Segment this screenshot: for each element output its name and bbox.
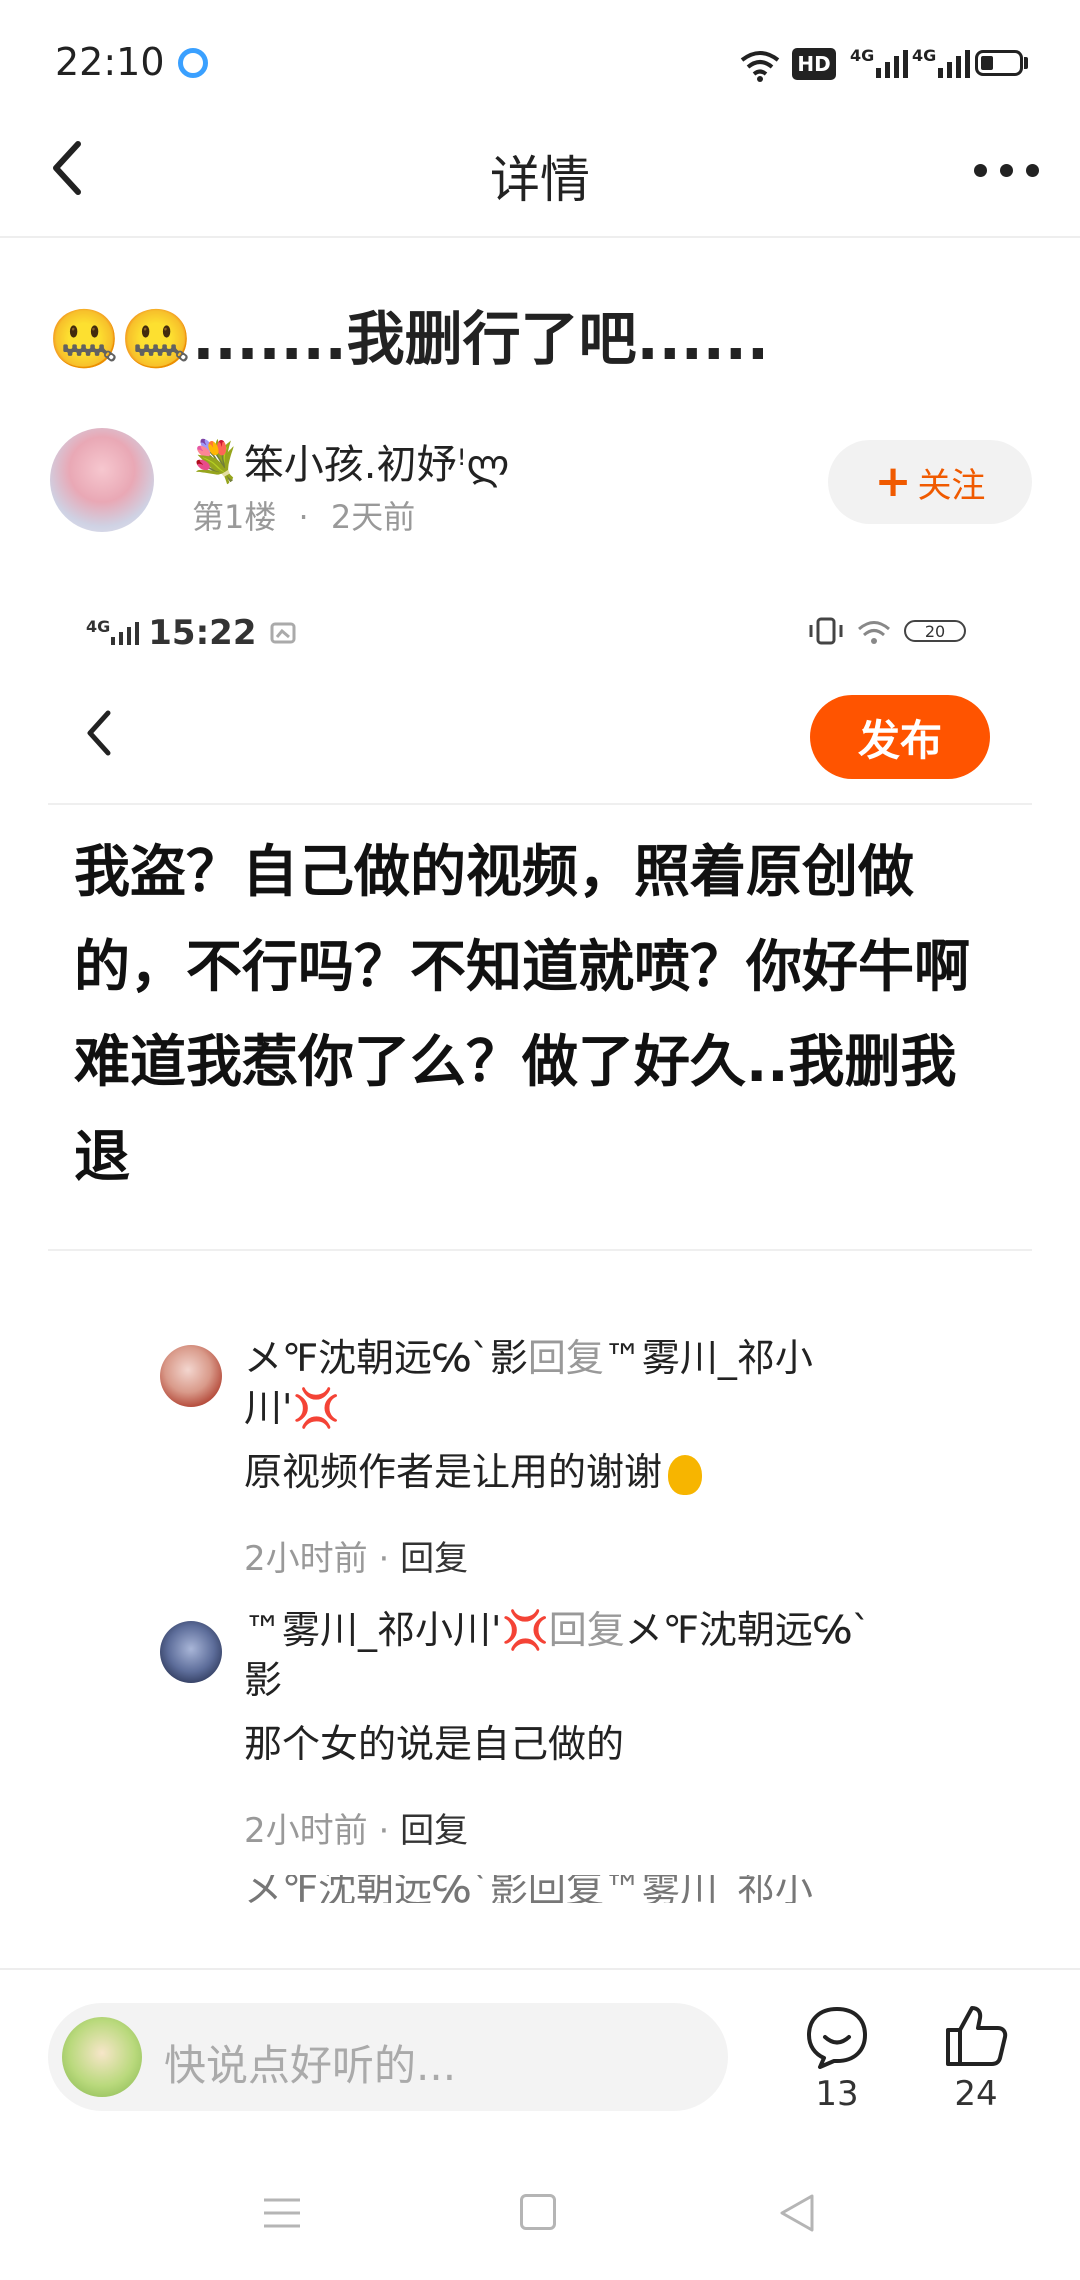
- reply-text: 那个女的说是自己做的: [244, 1722, 625, 1766]
- author-avatar[interactable]: [50, 428, 154, 532]
- like-icon[interactable]: [944, 2002, 1008, 2068]
- reply-body: 原视频作者是让用的谢谢: [244, 1450, 663, 1494]
- more-dot: [974, 164, 987, 177]
- comment-count: 13: [815, 2074, 859, 2114]
- status-time: 22:10: [55, 40, 165, 84]
- embed-divider: [48, 803, 1032, 805]
- page-title: 详情: [490, 151, 590, 209]
- bottom-divider: [0, 1968, 1080, 1970]
- embed-status-right: 20: [808, 617, 966, 645]
- reply-header: ™雾川_祁小川'💢回复メ℉沈朝远℅`影: [244, 1605, 884, 1705]
- embed-back-icon: [87, 710, 111, 756]
- hd-badge: HD: [792, 48, 836, 80]
- more-button[interactable]: [972, 152, 1042, 182]
- flower-emoji: 💐: [190, 438, 240, 485]
- more-dot: [1000, 164, 1013, 177]
- wifi-icon: [740, 51, 780, 82]
- reply-action[interactable]: 回复: [400, 1539, 468, 1579]
- publish-button: 发布: [810, 695, 990, 779]
- screenshot-icon: [270, 622, 295, 644]
- reply-from: ™雾川_祁小川': [244, 1608, 502, 1652]
- battery-icon: [975, 50, 1023, 76]
- embed-network-label: 4G: [86, 616, 111, 636]
- reply-time: 2小时前: [244, 1811, 368, 1851]
- like-count: 24: [954, 2074, 998, 2114]
- follow-label: 关注: [917, 465, 986, 506]
- network-label: 4G: [912, 45, 937, 65]
- plus-icon: +: [874, 456, 912, 507]
- reply-word: 回复: [548, 1608, 625, 1652]
- reply-from: メ℉沈朝远℅`影: [244, 1336, 528, 1380]
- author-name: 笨小孩.初妤ꜝლ: [243, 442, 510, 488]
- cutoff-reply-text: メ℉沈朝远℅`影回复™雾川_祁小: [244, 1875, 813, 1903]
- battery-tip: [1024, 57, 1028, 69]
- anger-emoji: 💢: [292, 1386, 340, 1430]
- embed-status-time: 15:22: [148, 613, 257, 653]
- embed-battery: 20: [904, 620, 966, 642]
- post-title: 🤐🤐.......我删行了吧......: [48, 305, 769, 373]
- author-name-row[interactable]: 💐 笨小孩.初妤ꜝლ: [190, 432, 509, 490]
- signal-icon: [111, 622, 140, 645]
- nav-back-icon[interactable]: [776, 2192, 816, 2234]
- nav-home-icon[interactable]: [520, 2194, 556, 2230]
- floor-label: 第1楼: [192, 498, 277, 536]
- vibrate-icon: [809, 617, 843, 645]
- follow-button[interactable]: + 关注: [828, 440, 1032, 524]
- embed-body-text: 我盗？自己做的视频，照着原创做的，不行吗？不知道就喷？你好牛啊难道我惹你了么？做…: [74, 840, 970, 1190]
- header-divider: [0, 236, 1080, 238]
- reply-meta: 2小时前 · 回复: [244, 1539, 469, 1579]
- embed-divider: [48, 1249, 1032, 1251]
- embed-status-left: 4G 15:22: [86, 613, 297, 653]
- meta-separator: ·: [298, 498, 309, 536]
- nav-menu-icon[interactable]: [262, 2196, 302, 2230]
- user-avatar: [62, 2017, 142, 2097]
- reply-avatar[interactable]: [160, 1345, 222, 1407]
- comment-placeholder: 快说点好听的...: [164, 2041, 457, 2090]
- signal-icon: 4G: [912, 46, 972, 80]
- reply-word: 回复: [527, 1336, 604, 1380]
- anger-emoji: 💢: [501, 1608, 549, 1652]
- network-label: 4G: [850, 45, 875, 65]
- reply-meta: 2小时前 · 回复: [244, 1811, 469, 1851]
- reply-action[interactable]: 回复: [400, 1811, 468, 1851]
- post-time: 2天前: [330, 498, 416, 536]
- author-meta: 第1楼 · 2天前: [192, 492, 415, 538]
- wifi-icon: [858, 621, 890, 644]
- browser-app-icon: [178, 48, 208, 78]
- embedded-screenshot[interactable]: 4G 15:22 20 发布 我盗？自己做的视频，照着原创做的，不行吗？不知道就…: [48, 585, 1032, 1965]
- comment-icon[interactable]: [804, 2004, 870, 2070]
- ok-hand-emoji: [668, 1454, 703, 1495]
- reply-header: メ℉沈朝远℅`影回复™雾川_祁小川'💢: [244, 1333, 884, 1433]
- signal-icon: 4G: [850, 46, 910, 80]
- more-dot: [1026, 164, 1039, 177]
- reply-avatar[interactable]: [160, 1621, 222, 1683]
- reply-text: 原视频作者是让用的谢谢: [244, 1447, 884, 1497]
- reply-time: 2小时前: [244, 1539, 368, 1579]
